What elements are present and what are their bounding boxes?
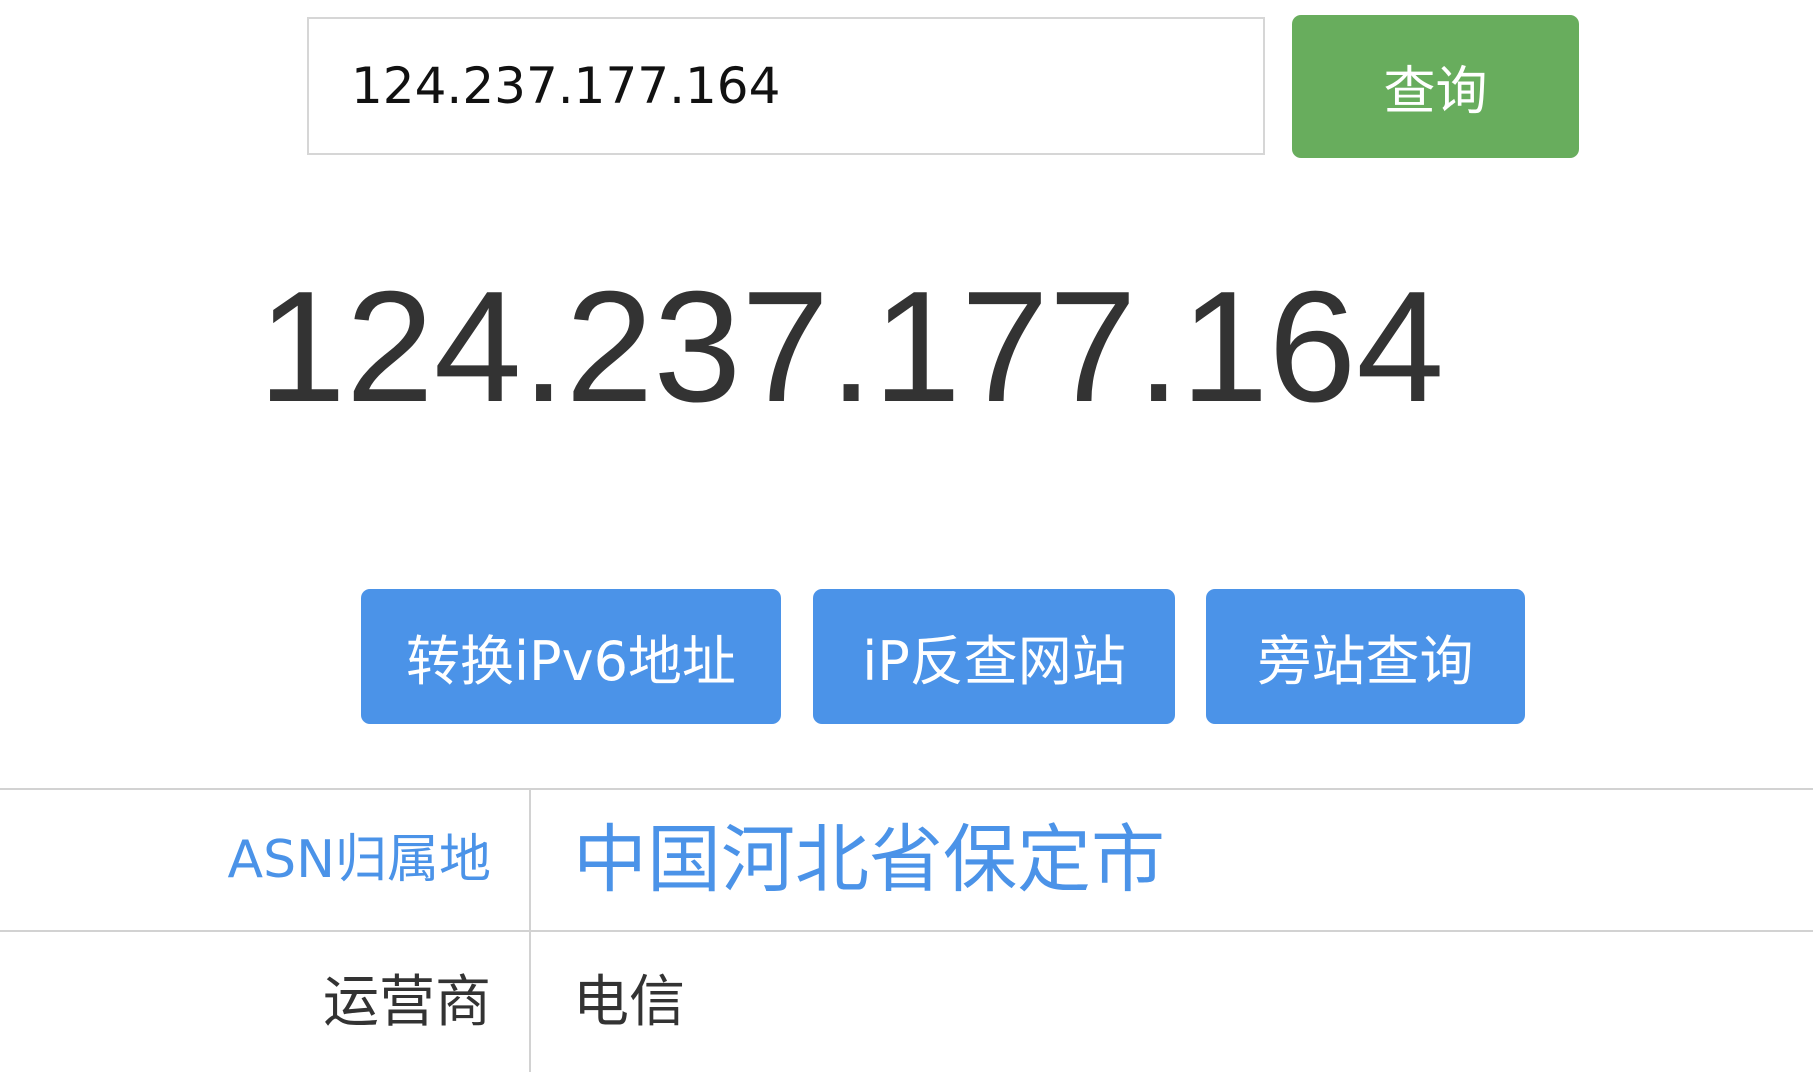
table-divider	[0, 930, 1813, 932]
sibling-site-lookup-button[interactable]: 旁站查询	[1206, 589, 1525, 724]
search-button[interactable]: 查询	[1292, 15, 1579, 158]
table-divider	[0, 788, 1813, 790]
table-column-divider	[529, 790, 531, 1072]
ip-search-input[interactable]	[307, 17, 1265, 155]
ip-lookup-page: 查询 124.237.177.164 转换iPv6地址 iP反查网站 旁站查询 …	[0, 0, 1813, 1072]
convert-ipv6-button[interactable]: 转换iPv6地址	[361, 589, 781, 724]
reverse-ip-lookup-button[interactable]: iP反查网站	[813, 589, 1175, 724]
result-ip-heading: 124.237.177.164	[258, 259, 1445, 435]
carrier-label: 运营商	[323, 970, 491, 1035]
asn-location-value: 中国河北省保定市	[573, 817, 1165, 903]
carrier-value: 电信	[573, 970, 685, 1035]
asn-location-label: ASN归属地	[227, 830, 491, 890]
